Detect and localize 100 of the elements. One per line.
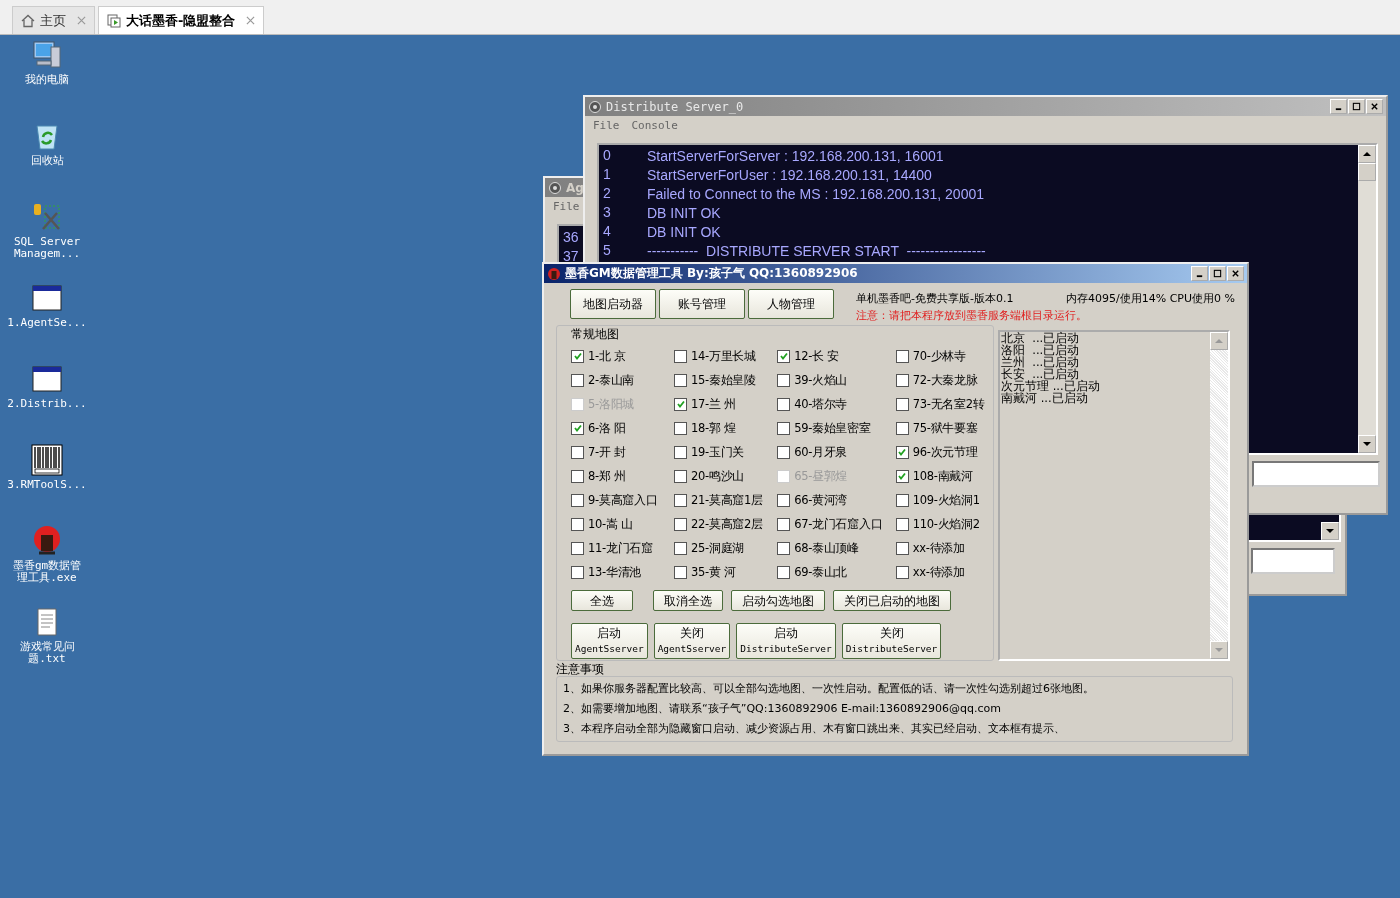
checkbox-label[interactable]: 15-秦始皇陵 — [691, 372, 756, 388]
desktop-icon-label[interactable]: 3.RMToolS... — [7, 479, 87, 491]
menu-item[interactable]: Console — [631, 119, 678, 132]
checkbox[interactable] — [895, 493, 909, 507]
checkbox[interactable] — [674, 469, 688, 483]
checkbox-label[interactable]: 14-万里长城 — [691, 348, 756, 364]
checkbox[interactable] — [571, 469, 584, 483]
checkbox[interactable] — [571, 541, 584, 555]
checkbox[interactable] — [674, 493, 688, 507]
checkbox[interactable] — [674, 565, 688, 579]
action-button[interactable]: 全选 — [571, 590, 633, 611]
computer-icon[interactable] — [31, 39, 63, 71]
checkbox[interactable] — [895, 469, 909, 483]
checkbox-label[interactable]: 9-莫高窟入口 — [588, 492, 658, 508]
menu-item[interactable]: File — [593, 119, 620, 132]
scroll-thumb[interactable] — [1358, 163, 1376, 181]
checkbox[interactable] — [777, 541, 791, 555]
checkbox-label[interactable]: 75-狱牛要塞 — [912, 420, 978, 436]
checkbox-label[interactable]: 21-莫高窟1层 — [691, 492, 763, 508]
checkbox[interactable] — [777, 373, 791, 387]
checkbox[interactable] — [571, 565, 584, 579]
checkbox[interactable] — [895, 565, 909, 579]
checkbox-label[interactable]: 40-塔尔寺 — [794, 396, 848, 412]
checkbox-label[interactable]: 10-嵩 山 — [588, 516, 633, 532]
action-button[interactable]: 取消全选 — [653, 590, 723, 611]
desktop-icon-label[interactable]: 我的电脑 — [25, 74, 69, 86]
checkbox-label[interactable]: 12-长 安 — [794, 348, 839, 364]
checkbox[interactable] — [895, 373, 909, 387]
action-button[interactable]: 启动勾选地图 — [731, 590, 825, 611]
checkbox-label[interactable]: 2-泰山南 — [588, 372, 634, 388]
checkbox-label[interactable]: 109-火焰洞1 — [912, 492, 980, 508]
checkbox[interactable] — [674, 421, 688, 435]
menu-button[interactable]: 人物管理 — [748, 289, 834, 319]
checkbox[interactable] — [895, 349, 909, 363]
checkbox-label[interactable]: 18-郭 煌 — [691, 420, 736, 436]
checkbox-label[interactable]: 110-火焰洞2 — [912, 516, 980, 532]
checkbox[interactable] — [674, 517, 688, 531]
window-icon[interactable] — [31, 363, 63, 395]
checkbox-label[interactable]: 1-北 京 — [588, 348, 626, 364]
scrollbar[interactable] — [1358, 145, 1376, 453]
checkbox[interactable] — [674, 445, 688, 459]
close-button[interactable] — [1227, 266, 1244, 281]
checkbox[interactable] — [895, 421, 909, 435]
desktop-icon-label[interactable]: 墨香gm数据管 理工具.exe — [12, 560, 82, 584]
checkbox[interactable] — [674, 349, 688, 363]
checkbox-label[interactable]: 6-洛 阳 — [588, 420, 626, 436]
checkbox-label[interactable]: 13-华清池 — [588, 564, 641, 580]
desktop-icon-label[interactable]: 2.Distrib... — [7, 398, 87, 410]
checkbox-label[interactable]: 68-泰山顶峰 — [794, 540, 859, 556]
checkbox[interactable] — [571, 373, 584, 387]
desktop-icon-label[interactable]: 回收站 — [30, 155, 64, 167]
desktop-icon-label[interactable]: 1.AgentSe... — [7, 317, 87, 329]
checkbox-label[interactable]: 7-开 封 — [588, 444, 626, 460]
checkbox-label[interactable]: 66-黄河湾 — [794, 492, 848, 508]
checkbox[interactable] — [674, 541, 688, 555]
server-button[interactable]: 启动 DistributeServer — [736, 623, 836, 659]
scroll-down-button[interactable] — [1358, 435, 1376, 453]
checkbox-label[interactable]: xx-待添加 — [912, 564, 965, 580]
desktop-icon-label[interactable]: SQL Server Managem... — [13, 236, 81, 260]
checkbox-label[interactable]: 67-龙门石窟入口 — [794, 516, 883, 532]
checkbox[interactable] — [895, 517, 909, 531]
checkbox[interactable] — [571, 493, 584, 507]
checkbox[interactable] — [895, 445, 909, 459]
barcode-icon[interactable] — [31, 444, 63, 476]
checkbox-label[interactable]: 35-黄 河 — [691, 564, 736, 580]
input-field[interactable] — [1251, 548, 1335, 574]
checkbox-label[interactable]: 25-洞庭湖 — [691, 540, 745, 556]
checkbox[interactable] — [777, 421, 791, 435]
menu-button[interactable]: 地图启动器 — [570, 289, 656, 319]
checkbox[interactable] — [777, 397, 791, 411]
scroll-up-button[interactable] — [1358, 145, 1376, 163]
checkbox[interactable] — [777, 445, 791, 459]
checkbox[interactable] — [777, 493, 791, 507]
checkbox-label[interactable]: 60-月牙泉 — [794, 444, 848, 460]
checkbox[interactable] — [674, 373, 688, 387]
checkbox-label[interactable]: 73-无名室2转 — [912, 396, 985, 412]
checkbox-label[interactable]: 72-大秦龙脉 — [912, 372, 978, 388]
minimize-button[interactable] — [1191, 266, 1208, 281]
close-icon[interactable] — [246, 16, 256, 25]
action-button[interactable]: 关闭已启动的地图 — [833, 590, 951, 611]
browser-tab[interactable]: 主页 — [12, 6, 95, 34]
input-field[interactable] — [1252, 461, 1380, 487]
checkbox[interactable] — [674, 397, 688, 411]
dropdown-button[interactable] — [1321, 522, 1339, 540]
browser-tab[interactable]: 大话墨香-隐盟整合 — [98, 6, 265, 34]
app-icon[interactable] — [31, 525, 63, 557]
checkbox-label[interactable]: 8-郑 州 — [588, 468, 626, 484]
checkbox-label[interactable]: 17-兰 州 — [691, 396, 736, 412]
menu-item[interactable]: File — [553, 200, 580, 213]
checkbox[interactable] — [777, 565, 791, 579]
server-button[interactable]: 关闭 AgentSserver — [653, 623, 731, 659]
checkbox-label[interactable]: 70-少林寺 — [912, 348, 966, 364]
checkbox[interactable] — [571, 349, 584, 363]
window-icon[interactable] — [31, 282, 63, 314]
menu-button[interactable]: 账号管理 — [659, 289, 745, 319]
desktop-icon-label[interactable]: 游戏常见问 题.txt — [19, 641, 75, 665]
checkbox[interactable] — [777, 517, 791, 531]
checkbox-label[interactable]: 69-泰山北 — [794, 564, 848, 580]
checkbox-label[interactable]: 39-火焰山 — [794, 372, 848, 388]
checkbox-label[interactable]: 11-龙门石窟 — [588, 540, 653, 556]
